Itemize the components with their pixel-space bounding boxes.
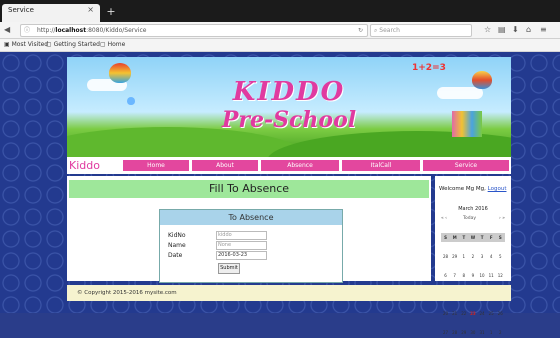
calendar-weekday: S bbox=[495, 233, 505, 242]
banner-title: KIDDO bbox=[232, 77, 346, 107]
calendar-day[interactable]: 21 bbox=[450, 309, 459, 318]
nav-about[interactable]: About bbox=[192, 160, 258, 171]
calendar-day[interactable]: 26 bbox=[496, 309, 505, 318]
reload-icon[interactable]: ↻ bbox=[358, 25, 363, 36]
calendar-month: March 2016 bbox=[458, 206, 488, 212]
search-placeholder: Search bbox=[379, 27, 400, 34]
search-icon: ⌕ bbox=[374, 27, 378, 34]
calendar-day[interactable]: 2 bbox=[468, 252, 477, 261]
calendar-day[interactable]: 23 bbox=[468, 309, 477, 318]
home-icon[interactable]: ⌂ bbox=[526, 22, 531, 38]
nav-absence[interactable]: Absence bbox=[261, 160, 339, 171]
kidno-label: KidNo bbox=[168, 232, 186, 239]
calendar-day[interactable]: 29 bbox=[450, 252, 459, 261]
bookmark-getting-started[interactable]: ▢ Getting Started bbox=[46, 39, 100, 51]
calendar-day[interactable]: 3 bbox=[478, 252, 487, 261]
header-banner: 1+2=3 KIDDO Pre-School bbox=[67, 57, 511, 157]
tab-title: Service bbox=[8, 6, 34, 14]
calendar-weekday: S bbox=[441, 233, 451, 242]
absence-form: To Absence KidNo kiddo Name None Date 20… bbox=[159, 209, 343, 283]
calendar: March 2016 « ‹ Today › » S M T W T F S28 29 1 2 3 4… bbox=[441, 198, 505, 335]
nav-italcall[interactable]: ItalCall bbox=[342, 160, 420, 171]
toy-blocks bbox=[452, 111, 482, 137]
name-label: Name bbox=[168, 242, 186, 249]
back-icon[interactable]: ◀ bbox=[4, 22, 10, 38]
calendar-day[interactable]: 6 bbox=[441, 271, 450, 280]
calendar-day[interactable]: 30 bbox=[468, 328, 477, 337]
download-icon[interactable]: ⬇ bbox=[512, 22, 519, 38]
date-label: Date bbox=[168, 252, 183, 259]
brand-logo[interactable]: Kiddo bbox=[69, 157, 100, 174]
calendar-day[interactable]: 22 bbox=[459, 309, 468, 318]
calendar-day[interactable]: 29 bbox=[459, 328, 468, 337]
calendar-day[interactable]: 20 bbox=[441, 309, 450, 318]
url-bar[interactable]: ⓘ http://localhost:8080/Kiddo/Service ↻ bbox=[20, 24, 368, 37]
calendar-day[interactable]: 9 bbox=[468, 271, 477, 280]
calendar-day[interactable]: 31 bbox=[478, 328, 487, 337]
calendar-prev-button[interactable]: « ‹ bbox=[441, 216, 447, 221]
calendar-day[interactable]: 25 bbox=[487, 309, 496, 318]
calendar-weekday: F bbox=[486, 233, 496, 242]
name-input[interactable]: None bbox=[216, 241, 267, 250]
search-input[interactable]: ⌕ Search bbox=[370, 24, 472, 37]
info-icon[interactable]: ⓘ bbox=[24, 25, 30, 36]
calendar-day[interactable]: 28 bbox=[441, 252, 450, 261]
calendar-day[interactable]: 28 bbox=[450, 328, 459, 337]
welcome-text: Welcome Mg Mg, Logout bbox=[439, 186, 507, 192]
content-area: Fill To Absence To Absence KidNo kiddo N… bbox=[67, 176, 431, 283]
menu-icon[interactable]: ≡ bbox=[540, 22, 547, 38]
calendar-day[interactable]: 24 bbox=[478, 309, 487, 318]
browser-tabbar: Service × + bbox=[0, 0, 560, 22]
logout-link[interactable]: Logout bbox=[488, 186, 507, 192]
hot-air-balloon bbox=[109, 63, 131, 83]
calendar-weekday: T bbox=[477, 233, 487, 242]
main-nav: Kiddo Home About Absence ItalCall Servic… bbox=[67, 157, 511, 174]
calendar-weekday: T bbox=[459, 233, 469, 242]
hot-air-balloon bbox=[472, 71, 492, 89]
calendar-day[interactable]: 7 bbox=[450, 271, 459, 280]
calendar-day[interactable]: 1 bbox=[487, 328, 496, 337]
browser-tab[interactable]: Service × bbox=[2, 4, 100, 22]
calendar-day[interactable]: 11 bbox=[487, 271, 496, 280]
footer: © Copyright 2015-2016 mysite.com bbox=[67, 285, 511, 301]
star-icon[interactable]: ☆ bbox=[484, 22, 491, 38]
calendar-next-button[interactable]: › » bbox=[499, 216, 505, 221]
library-icon[interactable]: ▤ bbox=[498, 22, 506, 38]
new-tab-button[interactable]: + bbox=[104, 5, 118, 19]
bookmark-home[interactable]: ▢ Home bbox=[100, 39, 125, 51]
calendar-day[interactable]: 1 bbox=[459, 252, 468, 261]
calendar-day[interactable]: 12 bbox=[496, 271, 505, 280]
sidebar: Welcome Mg Mg, Logout March 2016 « ‹ Tod… bbox=[435, 176, 511, 335]
form-title: To Absence bbox=[160, 210, 342, 225]
balloon bbox=[127, 97, 135, 105]
bookmark-most-visited[interactable]: ▣ Most Visited bbox=[4, 39, 48, 51]
calendar-day[interactable]: 2 bbox=[496, 328, 505, 337]
calendar-day[interactable]: 27 bbox=[441, 328, 450, 337]
calendar-day[interactable]: 10 bbox=[478, 271, 487, 280]
calendar-grid: SMTWTFS282912345678910111213141516171819… bbox=[441, 224, 505, 338]
bookmarks-bar: ▣ Most Visited ▢ Getting Started ▢ Home bbox=[0, 39, 560, 52]
browser-navbar: ◀ ⓘ http://localhost:8080/Kiddo/Service … bbox=[0, 22, 560, 39]
math-text: 1+2=3 bbox=[412, 63, 446, 73]
nav-service[interactable]: Service bbox=[423, 160, 509, 171]
banner-subtitle: Pre-School bbox=[221, 107, 357, 133]
calendar-nav: « ‹ Today › » bbox=[441, 216, 505, 221]
cloud bbox=[437, 87, 483, 99]
calendar-day[interactable]: 4 bbox=[487, 252, 496, 261]
submit-button[interactable]: Submit bbox=[218, 263, 240, 274]
kidno-input[interactable]: kiddo bbox=[216, 231, 267, 240]
copyright-text: © Copyright 2015-2016 mysite.com bbox=[77, 290, 177, 296]
close-icon[interactable]: × bbox=[87, 5, 94, 14]
nav-home[interactable]: Home bbox=[123, 160, 189, 171]
url-text: http://localhost:8080/Kiddo/Service bbox=[37, 27, 147, 34]
date-input[interactable]: 2016-03-23 bbox=[216, 251, 267, 260]
calendar-today-button[interactable]: Today bbox=[463, 216, 476, 221]
calendar-weekday: M bbox=[450, 233, 460, 242]
calendar-day[interactable]: 8 bbox=[459, 271, 468, 280]
calendar-day[interactable]: 5 bbox=[496, 252, 505, 261]
calendar-weekday: W bbox=[468, 233, 478, 242]
page-title: Fill To Absence bbox=[69, 180, 429, 198]
